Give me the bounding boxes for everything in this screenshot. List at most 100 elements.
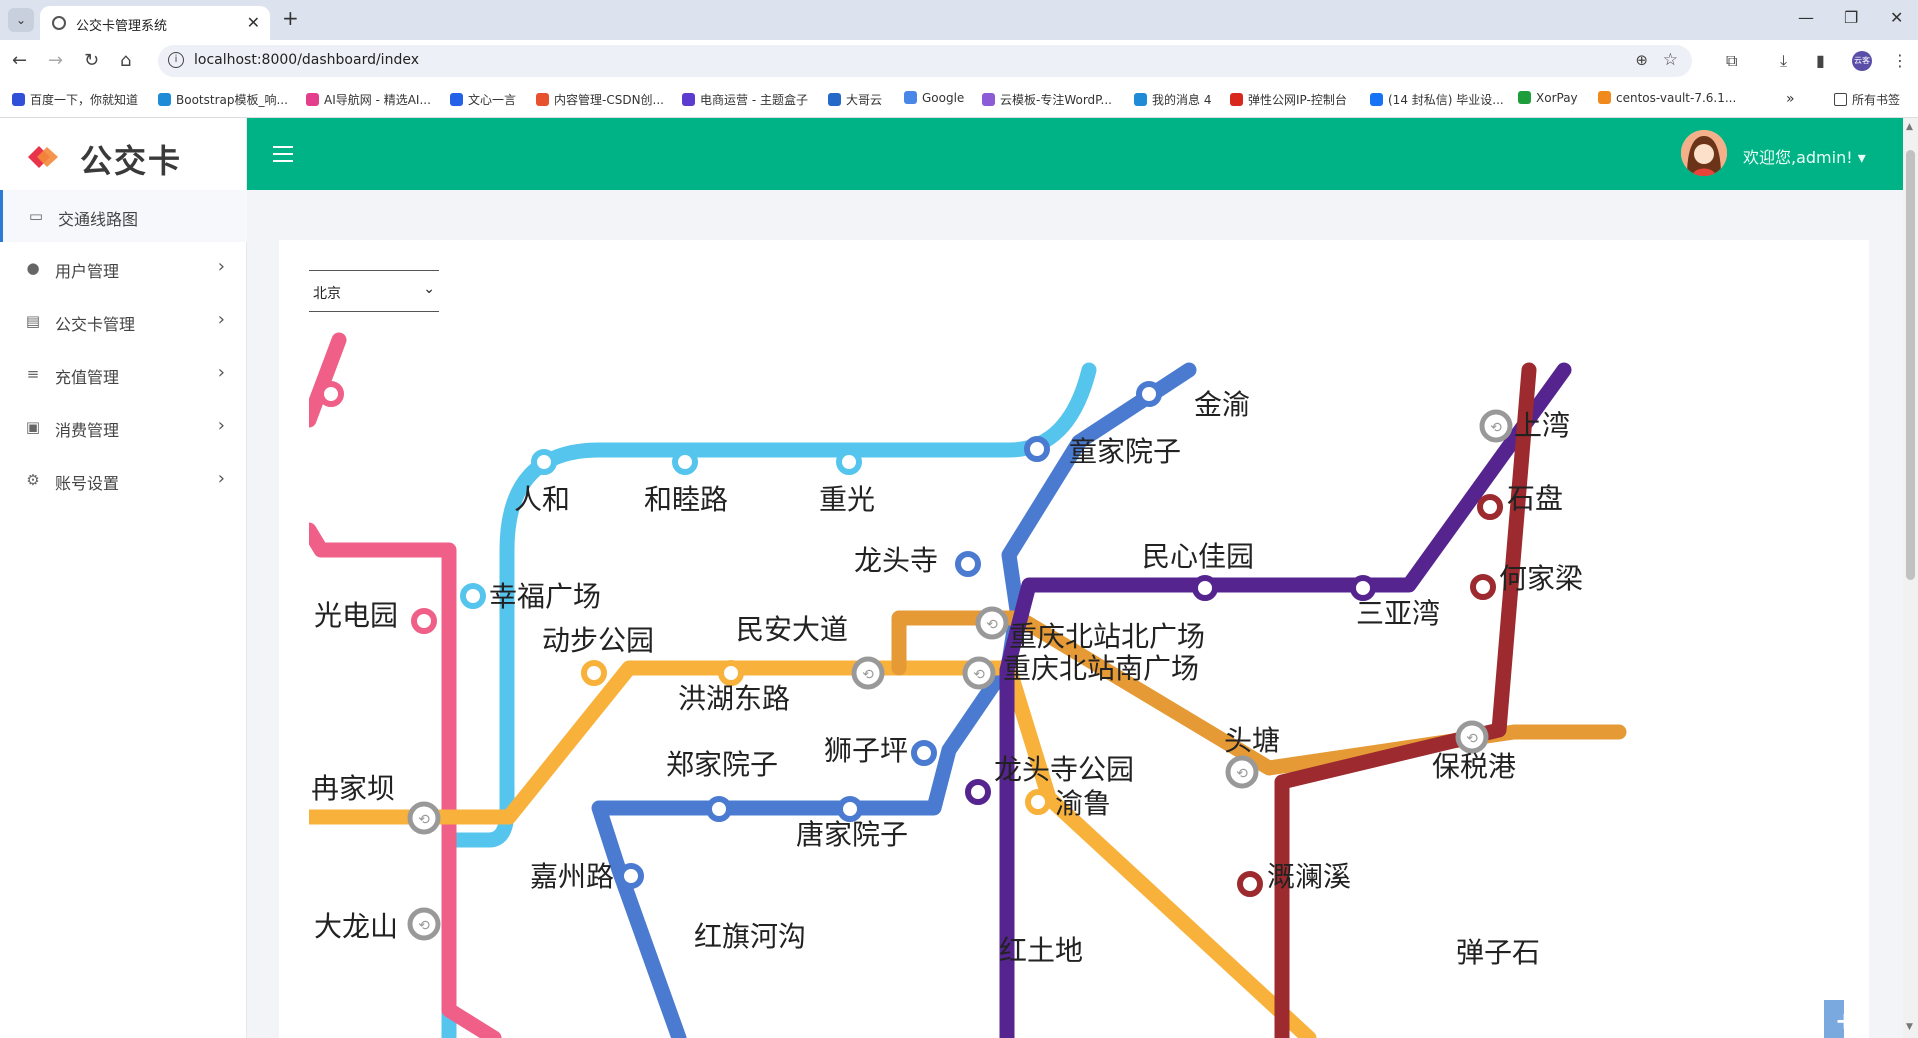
bookmark-item[interactable]: (14 封私信) 毕业设...	[1370, 91, 1504, 108]
station-label: 郑家院子	[666, 748, 778, 781]
close-tab-icon[interactable]: ✕	[247, 13, 260, 32]
sidebar: 公交卡 ▭ 交通线路图 ● 用户管理 › ▤ 公交卡管理 › ≡ 充值管理 › …	[0, 118, 247, 1038]
new-tab-button[interactable]: +	[282, 6, 299, 30]
bookmark-item[interactable]: 文心一言	[450, 91, 516, 108]
zoom-icon[interactable]: ⊕	[1635, 51, 1648, 69]
more-bookmarks-icon[interactable]: »	[1786, 91, 1795, 107]
station-label: 唐家院子	[796, 818, 908, 851]
bookmark-item[interactable]: XorPay	[1518, 91, 1578, 105]
restore-window-button[interactable]: ❐	[1844, 8, 1858, 27]
transit-map-svg[interactable]: ⟲ ⟲ ⟲ ⟲ ⟲ ⟲ ⟲ ⟲ 金渝 上湾 童家院子 人和 和睦路 重光 石盘 …	[309, 310, 1844, 1038]
calendar-icon: ▤	[25, 312, 41, 330]
bookmark-item[interactable]: 大哥云	[828, 91, 882, 108]
side-panel-icon[interactable]: ▮	[1816, 51, 1825, 70]
tab-search-button[interactable]: ⌄	[8, 8, 34, 32]
sidebar-item-route-map[interactable]: ▭ 交通线路图	[0, 190, 247, 242]
user-dropdown[interactable]: 欢迎您,admin! ▾	[1743, 144, 1866, 168]
list-icon: ≡	[26, 365, 40, 383]
city-select-value: 北京	[313, 286, 341, 302]
bookmark-item[interactable]: AI导航网 - 精选AI...	[306, 91, 431, 108]
scrollbar-thumb[interactable]	[1906, 150, 1915, 580]
download-icon[interactable]: ⤓	[1780, 51, 1787, 71]
station-label: 动步公园	[542, 624, 654, 657]
bookmark-favicon	[1370, 93, 1383, 106]
sidebar-item-consumption[interactable]: ▣ 消费管理 ›	[0, 401, 247, 453]
app-header: 欢迎您,admin! ▾	[247, 118, 1903, 190]
bookmark-favicon	[1134, 93, 1147, 106]
user-icon: ●	[26, 259, 40, 277]
scroll-down-icon[interactable]: ▼	[1906, 1022, 1913, 1032]
sidebar-item-recharge[interactable]: ≡ 充值管理 ›	[0, 348, 247, 400]
svg-text:⟲: ⟲	[986, 617, 998, 633]
bookmark-item[interactable]: 我的消息 4	[1134, 91, 1211, 108]
zoom-in-button[interactable]: +	[1824, 1000, 1844, 1038]
folder-icon	[1834, 93, 1847, 106]
bookmark-favicon	[828, 93, 841, 106]
station-label: 光电园	[314, 599, 398, 632]
avatar[interactable]	[1681, 130, 1727, 176]
chevron-right-icon: ›	[217, 309, 225, 330]
svg-text:⟲: ⟲	[418, 812, 430, 828]
bookmark-item[interactable]: 云模板-专注WordP...	[982, 91, 1112, 108]
station-label: 幸福广场	[489, 580, 601, 613]
station-label: 保税港	[1432, 750, 1516, 783]
svg-text:⟲: ⟲	[1466, 731, 1478, 747]
map-icon: ▭	[28, 207, 44, 225]
tab-title: 公交卡管理系统	[76, 19, 168, 34]
browser-menu-icon[interactable]: ⋮	[1892, 51, 1908, 70]
extensions-icon[interactable]: ⧉	[1726, 51, 1737, 71]
station-label: 重庆北站北广场	[1009, 620, 1205, 653]
browser-tab-strip: ⌄ 公交卡管理系统 ✕ + — ❐ ✕	[0, 0, 1918, 40]
bookmark-item[interactable]: Google	[904, 91, 964, 105]
welcome-text: 欢迎您,admin!	[1743, 148, 1853, 167]
bookmark-favicon	[1598, 91, 1611, 104]
reload-button[interactable]: ↻	[84, 50, 99, 71]
station-label: 上湾	[1514, 409, 1570, 442]
svg-text:⟲: ⟲	[1490, 420, 1502, 436]
bookmark-favicon	[450, 93, 463, 106]
bookmark-favicon	[1518, 91, 1531, 104]
station-label: 溉澜溪	[1267, 860, 1351, 893]
minimize-window-button[interactable]: —	[1798, 8, 1814, 27]
bookmark-item[interactable]: 弹性公网IP-控制台	[1230, 91, 1347, 108]
sidebar-item-bus-cards[interactable]: ▤ 公交卡管理 ›	[0, 295, 247, 347]
address-bar[interactable]: i localhost:8000/dashboard/index ⊕ ☆	[158, 45, 1692, 77]
all-bookmarks-folder[interactable]: 所有书签	[1834, 91, 1900, 108]
sidebar-item-users[interactable]: ● 用户管理 ›	[0, 242, 247, 294]
station-label: 重光	[819, 483, 875, 516]
city-select[interactable]: 北京 ⌄	[309, 270, 439, 312]
profile-avatar[interactable]: 云客	[1852, 51, 1872, 71]
station-label: 民安大道	[736, 613, 848, 646]
chevron-right-icon: ›	[217, 256, 225, 277]
bookmark-favicon	[12, 93, 25, 106]
site-info-icon[interactable]: i	[168, 52, 184, 68]
bookmark-item[interactable]: centos-vault-7.6.1...	[1598, 91, 1736, 105]
bookmark-star-icon[interactable]: ☆	[1663, 50, 1678, 70]
logo-text: 公交卡	[80, 142, 183, 180]
bookmark-item[interactable]: Bootstrap模板_响...	[158, 91, 288, 108]
svg-text:⟲: ⟲	[1236, 766, 1248, 782]
station-label: 民心佳园	[1142, 540, 1254, 573]
back-button[interactable]: ←	[12, 50, 27, 71]
app-logo[interactable]: 公交卡	[0, 118, 247, 190]
bookmarks-bar: 百度一下，你就知道 Bootstrap模板_响... AI导航网 - 精选AI.…	[0, 82, 1918, 118]
browser-tab[interactable]: 公交卡管理系统 ✕	[40, 6, 270, 40]
bookmark-item[interactable]: 百度一下，你就知道	[12, 91, 138, 108]
station-label: 人和	[514, 483, 570, 516]
scroll-up-icon[interactable]: ▲	[1906, 122, 1913, 132]
bookmark-favicon	[682, 93, 695, 106]
bookmark-favicon	[1230, 93, 1243, 106]
map-zoom-control: + -	[1824, 1000, 1844, 1038]
page-scrollbar[interactable]: ▲ ▼	[1903, 118, 1918, 1038]
bookmark-favicon	[306, 93, 319, 106]
home-button[interactable]: ⌂	[120, 50, 131, 71]
forward-button[interactable]: →	[48, 50, 63, 71]
sidebar-item-account-settings[interactable]: ⚙ 账号设置 ›	[0, 454, 247, 506]
bookmark-item[interactable]: 内容管理-CSDN创...	[536, 91, 664, 108]
bookmark-item[interactable]: 电商运营 - 主题盒子	[682, 91, 808, 108]
hamburger-menu-icon[interactable]	[273, 146, 293, 167]
close-window-button[interactable]: ✕	[1890, 8, 1903, 27]
station-label: 大龙山	[314, 910, 398, 943]
bookmark-favicon	[158, 93, 171, 106]
transit-map[interactable]: ⟲ ⟲ ⟲ ⟲ ⟲ ⟲ ⟲ ⟲ 金渝 上湾 童家院子 人和 和睦路 重光 石盘 …	[309, 310, 1844, 1038]
